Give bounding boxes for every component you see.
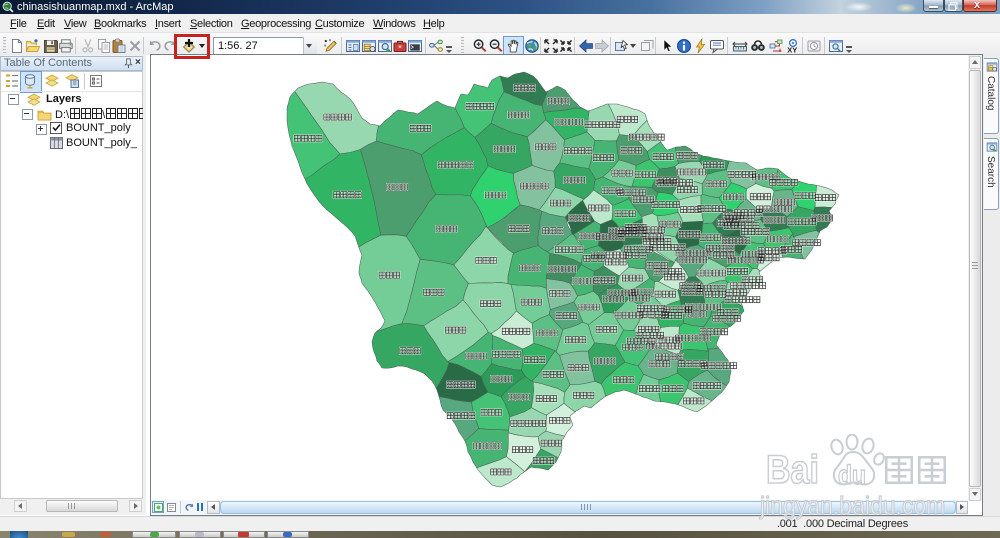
svg-text:XY: XY — [787, 46, 797, 55]
